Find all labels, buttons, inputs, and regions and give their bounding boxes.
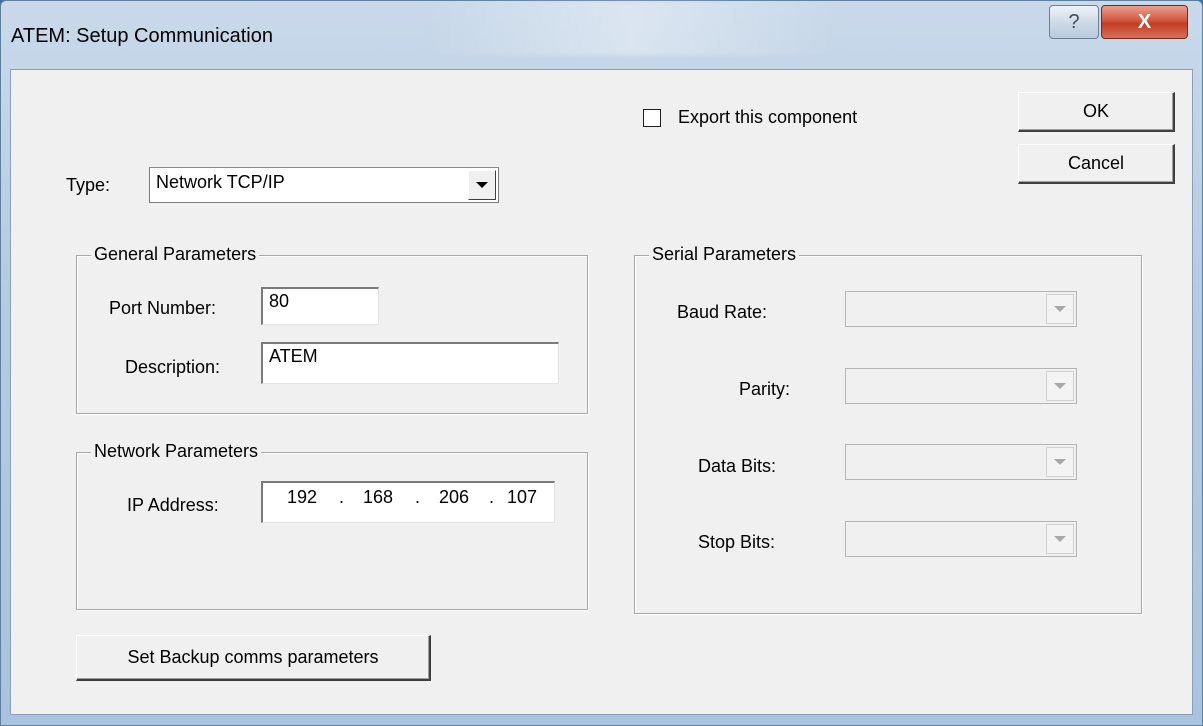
chevron-down-icon — [1054, 383, 1066, 389]
background-window-ghost — [421, 1, 841, 55]
ip-address-input[interactable]: 192 . 168 . 206 . 107 — [261, 481, 555, 523]
serial-parameters-title: Serial Parameters — [649, 244, 800, 265]
close-icon[interactable]: X — [1138, 11, 1151, 34]
window-title: ATEM: Setup Communication — [11, 25, 273, 47]
chevron-down-icon — [1054, 536, 1066, 542]
baud-rate-label: Baud Rate: — [677, 302, 768, 322]
description-label: Description: — [125, 357, 221, 377]
ip-separator: . — [415, 487, 421, 507]
description-value: ATEM — [269, 346, 318, 366]
setup-communication-dialog: ATEM: Setup Communication ? X Export thi… — [0, 0, 1203, 726]
ip-octet-2[interactable]: 168 — [363, 487, 393, 508]
dialog-client-area: Export this component OK Cancel Type: Ne… — [10, 69, 1193, 715]
ok-button[interactable]: OK — [1018, 92, 1175, 132]
description-input[interactable]: ATEM — [261, 342, 559, 384]
ip-octet-4[interactable]: 107 — [507, 487, 537, 508]
stop-bits-select[interactable] — [845, 521, 1077, 557]
data-bits-select[interactable] — [845, 444, 1077, 480]
chevron-down-icon — [1054, 459, 1066, 465]
close-button[interactable]: X — [1101, 5, 1188, 39]
title-bar[interactable]: ATEM: Setup Communication ? X — [1, 1, 1202, 69]
set-backup-comms-button[interactable]: Set Backup comms parameters — [76, 635, 431, 681]
cancel-button[interactable]: Cancel — [1018, 144, 1175, 184]
export-label[interactable]: Export this component — [678, 107, 857, 128]
stop-bits-label: Stop Bits: — [698, 532, 776, 552]
network-parameters-group: Network Parameters — [76, 441, 588, 610]
type-value: Network TCP/IP — [156, 172, 285, 192]
chevron-down-icon — [1054, 306, 1066, 312]
ip-octet-3[interactable]: 206 — [439, 487, 469, 508]
ip-separator: . — [339, 487, 345, 507]
parity-select[interactable] — [845, 368, 1077, 404]
export-checkbox[interactable] — [643, 109, 661, 127]
type-select[interactable]: Network TCP/IP — [149, 167, 499, 203]
parity-dropdown-button[interactable] — [1046, 371, 1074, 401]
parity-label: Parity: — [739, 379, 791, 399]
baud-rate-select[interactable] — [845, 291, 1077, 327]
baud-rate-dropdown-button[interactable] — [1046, 294, 1074, 324]
ip-address-label: IP Address: — [127, 495, 219, 515]
general-parameters-title: General Parameters — [91, 244, 260, 265]
help-button[interactable]: ? — [1049, 5, 1099, 39]
general-parameters-group: General Parameters — [76, 244, 588, 414]
network-parameters-title: Network Parameters — [91, 441, 262, 462]
data-bits-label: Data Bits: — [698, 456, 777, 476]
stop-bits-dropdown-button[interactable] — [1046, 524, 1074, 554]
data-bits-dropdown-button[interactable] — [1046, 447, 1074, 477]
type-label: Type: — [66, 175, 111, 195]
type-dropdown-button[interactable] — [468, 170, 496, 200]
port-number-value: 80 — [269, 291, 290, 311]
port-number-input[interactable]: 80 — [261, 287, 379, 325]
port-number-label: Port Number: — [109, 298, 217, 318]
chevron-down-icon — [476, 182, 488, 188]
ip-separator: . — [489, 487, 495, 507]
ip-octet-1[interactable]: 192 — [287, 487, 317, 508]
